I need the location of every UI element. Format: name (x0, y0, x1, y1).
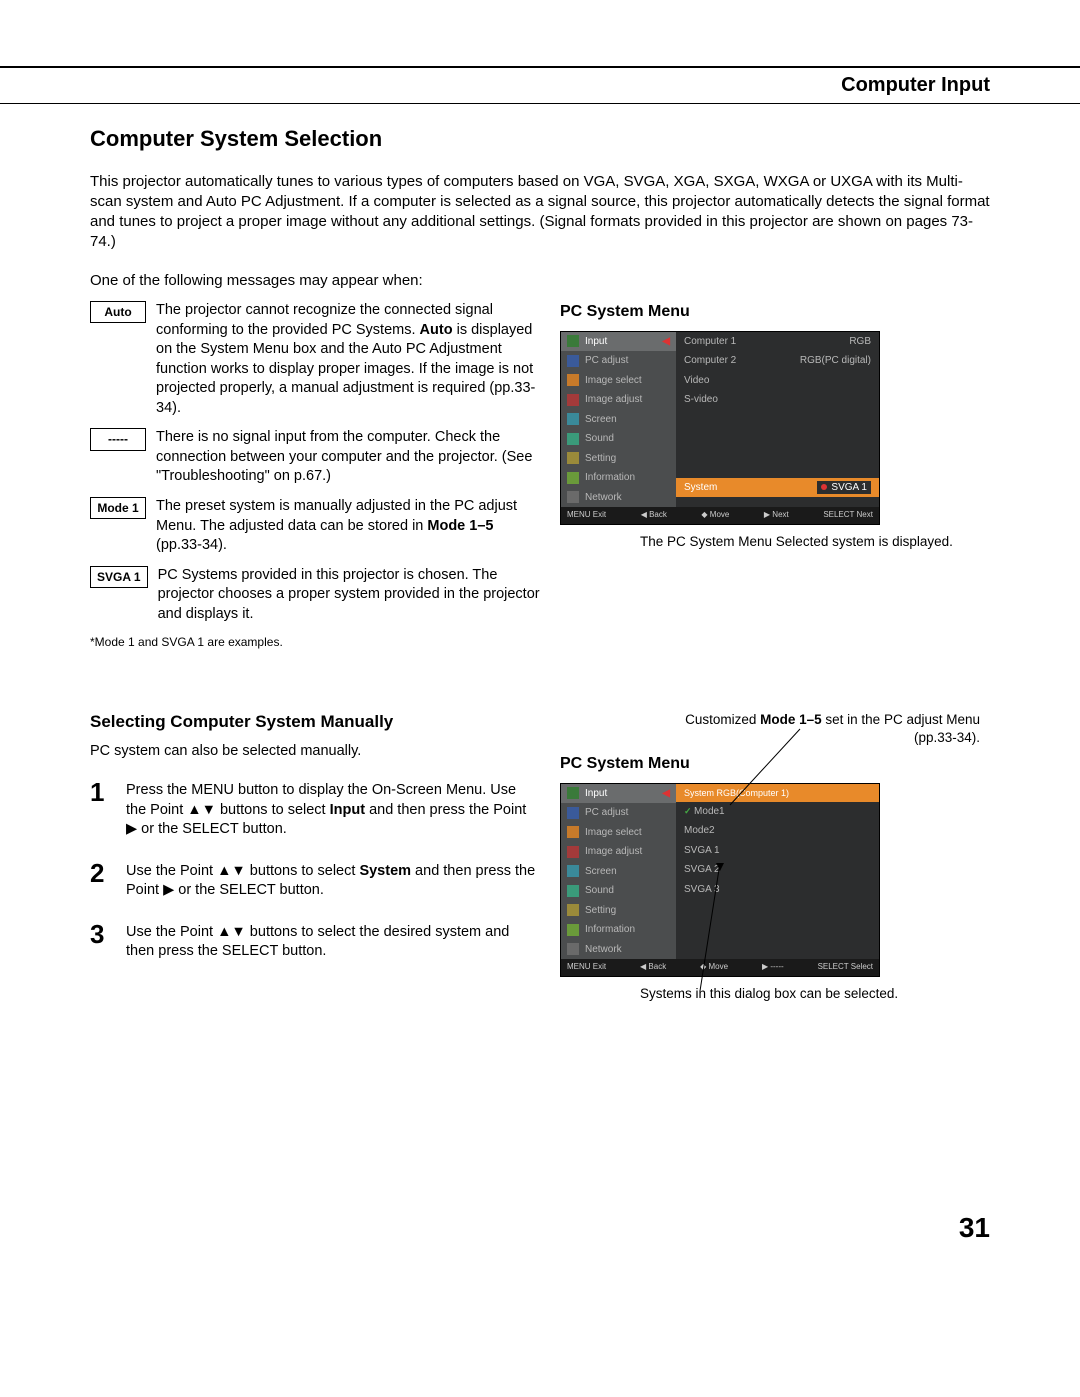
msg-text-mode1: The preset system is manually adjusted i… (156, 497, 540, 556)
osd1-main: Computer 1RGB Computer 2RGB(PC digital) … (676, 332, 879, 508)
msg-label-mode1: Mode 1 (90, 497, 146, 519)
msg-label-auto: Auto (90, 301, 146, 323)
input-icon (567, 787, 579, 799)
osd2-main: System RGB(Computer 1) ✓ Mode1 Mode2 SVG… (676, 784, 879, 960)
osd2-list-svga1: SVGA 1 (676, 841, 879, 861)
step-2-text: Use the Point ▲▼ buttons to select Syste… (126, 856, 540, 901)
image-adjust-icon (567, 394, 579, 406)
messages-intro: One of the following messages may appear… (90, 271, 990, 291)
red-dot-icon (821, 484, 827, 490)
osd1-status-bar: MENU Exit ◀ Back ◆ Move ▶ Next SELECT Ne… (561, 507, 879, 524)
chevron-right-icon: ◀ (662, 335, 670, 349)
intro-paragraph: This projector automatically tunes to va… (90, 172, 990, 253)
osd1-side-network: Network (561, 488, 676, 508)
osd2-note: Customized Mode 1–5 set in the PC adjust… (680, 711, 990, 747)
osd1-title: PC System Menu (560, 301, 990, 323)
setting-icon (567, 904, 579, 916)
osd2-status-bar: MENU Exit ◀ Back ◆ Move ▶ ----- SELECT S… (561, 959, 879, 976)
pc-adjust-icon (567, 355, 579, 367)
osd1-side-pcadjust: PC adjust (561, 351, 676, 371)
osd2-list-svga3: SVGA 3 (676, 880, 879, 900)
osd2-side-input: Input◀ (561, 784, 676, 804)
osd2-header-bar: System RGB(Computer 1) (676, 784, 879, 802)
sound-icon (567, 433, 579, 445)
msg-label-dash: ----- (90, 428, 146, 450)
step-3-text: Use the Point ▲▼ buttons to select the d… (126, 917, 540, 962)
osd1-side-imgadjust: Image adjust (561, 390, 676, 410)
page-number: 31 (959, 1209, 990, 1247)
step-2-num: 2 (90, 856, 114, 901)
osd2-list-svga2: SVGA 2 (676, 860, 879, 880)
step-1-text: Press the MENU button to display the On-… (126, 775, 540, 840)
osd1-side-screen: Screen (561, 410, 676, 430)
screen-icon (567, 413, 579, 425)
info-icon (567, 924, 579, 936)
osd2-sidebar: Input◀ PC adjust Image select Image adju… (561, 784, 676, 960)
pc-adjust-icon (567, 807, 579, 819)
manual-intro: PC system can also be selected manually. (90, 742, 540, 762)
input-icon (567, 335, 579, 347)
osd2-list-mode1: ✓ Mode1 (676, 802, 879, 822)
osd1-side-sound: Sound (561, 429, 676, 449)
osd2-list-mode2: Mode2 (676, 821, 879, 841)
footnote: *Mode 1 and SVGA 1 are examples. (90, 634, 540, 650)
msg-text-auto: The projector cannot recognize the conne… (156, 301, 540, 418)
screen-icon (567, 865, 579, 877)
msg-text-dash: There is no signal input from the comput… (156, 428, 540, 487)
sound-icon (567, 885, 579, 897)
osd1: Input◀ PC adjust Image select Image adju… (560, 331, 880, 525)
image-adjust-icon (567, 846, 579, 858)
setting-icon (567, 452, 579, 464)
osd1-sidebar: Input◀ PC adjust Image select Image adju… (561, 332, 676, 508)
check-icon: ✓ (684, 806, 694, 816)
image-select-icon (567, 826, 579, 838)
image-select-icon (567, 374, 579, 386)
osd1-caption: The PC System Menu Selected system is di… (560, 533, 990, 551)
network-icon (567, 491, 579, 503)
osd2-title: PC System Menu (560, 753, 990, 775)
osd2: Input◀ PC adjust Image select Image adju… (560, 783, 880, 977)
network-icon (567, 943, 579, 955)
osd1-side-imgselect: Image select (561, 371, 676, 391)
osd2-caption: Systems in this dialog box can be select… (560, 985, 990, 1003)
osd1-side-setting: Setting (561, 449, 676, 469)
header-title: Computer Input (0, 72, 1080, 103)
osd1-side-info: Information (561, 468, 676, 488)
section-title: Computer System Selection (90, 124, 990, 154)
msg-label-svga1: SVGA 1 (90, 566, 148, 588)
chevron-right-icon: ◀ (662, 787, 670, 801)
msg-text-svga1: PC Systems provided in this projector is… (158, 566, 540, 625)
step-1-num: 1 (90, 775, 114, 840)
info-icon (567, 472, 579, 484)
osd1-side-input: Input◀ (561, 332, 676, 352)
step-3-num: 3 (90, 917, 114, 962)
manual-title: Selecting Computer System Manually (90, 711, 540, 734)
osd1-highlight-row: System SVGA 1 (676, 478, 879, 498)
